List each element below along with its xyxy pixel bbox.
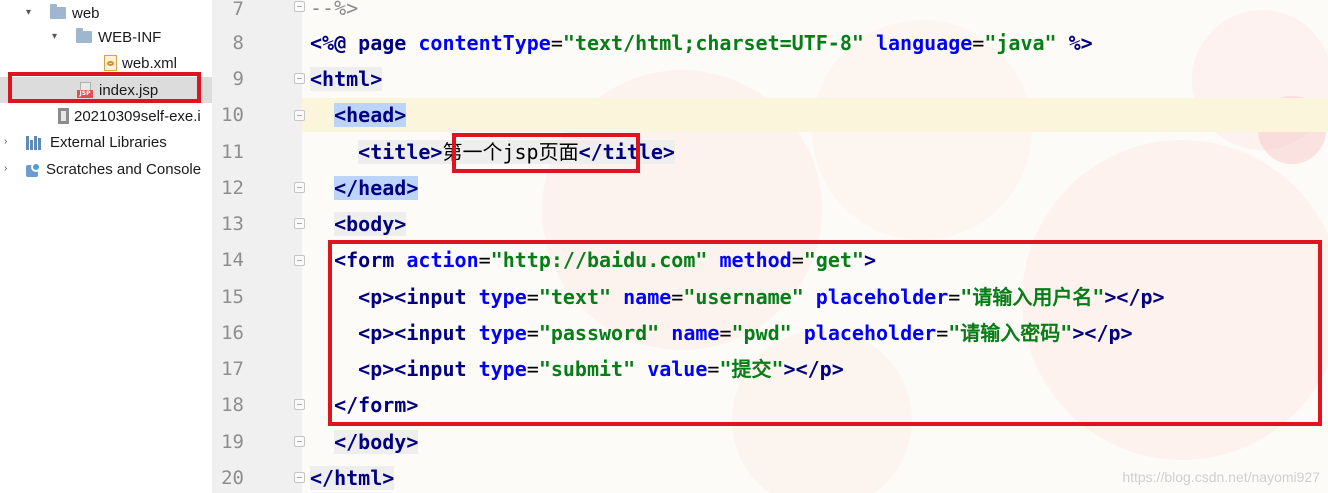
line-number: 7 (232, 0, 244, 20)
line-number: 9 (232, 68, 244, 90)
attribute-name: contentType (418, 31, 551, 55)
equals-sign: = (972, 31, 985, 55)
tree-item-label: web.xml (122, 54, 178, 72)
jsp-comment-end: --%> (310, 0, 359, 20)
head-open-tag: <head> (334, 103, 407, 127)
tree-item-jar[interactable]: 20210309self-exe.i (58, 103, 201, 129)
chevron-down-icon[interactable]: ▾ (26, 8, 36, 18)
code-line-19[interactable]: </body> (310, 427, 419, 457)
code-line-9[interactable]: <html> (310, 64, 383, 94)
jsp-directive-open: <%@ (310, 31, 347, 55)
body-open-tag: <body> (334, 212, 407, 236)
fold-marker-icon[interactable] (294, 399, 305, 410)
annotation-box-index-jsp (8, 72, 201, 103)
fold-marker-icon[interactable] (294, 110, 305, 121)
title-open-tag: <title> (358, 140, 443, 164)
tree-item-label: WEB-INF (98, 28, 162, 46)
scratches-icon (26, 161, 41, 177)
folder-icon (76, 28, 92, 43)
tree-item-scratches[interactable]: › Scratches and Console (4, 156, 201, 182)
code-line-20[interactable]: </html> (310, 463, 395, 493)
chevron-right-icon[interactable]: › (4, 137, 14, 147)
attribute-value: "text/html;charset=UTF-8" (562, 31, 864, 55)
project-tree-panel: ▾ web ▾ WEB-INF web.xml JSP index.jsp 20… (0, 0, 212, 493)
html-open-tag: <html> (310, 67, 383, 91)
fold-marker-icon[interactable] (294, 218, 305, 229)
library-icon (26, 134, 44, 150)
directive-name: page (358, 31, 407, 55)
code-line-7[interactable]: --%> (310, 0, 358, 23)
annotation-box-form (328, 240, 1322, 426)
annotation-box-title (452, 133, 640, 173)
watermark: https://blog.csdn.net/nayomi927 (1122, 469, 1320, 485)
line-number: 12 (221, 177, 244, 199)
tree-item-web[interactable]: ▾ web (26, 0, 100, 26)
tree-item-label: External Libraries (50, 133, 167, 151)
line-number: 16 (221, 322, 244, 344)
html-close-tag: </html> (310, 466, 395, 490)
fold-marker-icon[interactable] (294, 255, 305, 266)
line-number: 17 (221, 358, 244, 380)
line-number: 18 (221, 394, 244, 416)
jar-file-icon (58, 108, 69, 124)
folder-icon (50, 4, 66, 19)
line-number: 11 (221, 141, 244, 163)
chevron-down-icon[interactable]: ▾ (52, 32, 62, 42)
tree-item-external-libraries[interactable]: › External Libraries (4, 129, 167, 155)
jsp-directive-close: %> (1068, 31, 1093, 55)
tree-item-label: Scratches and Console (46, 160, 202, 178)
equals-sign: = (550, 31, 563, 55)
chevron-right-icon[interactable]: › (4, 164, 14, 174)
current-line-highlight (302, 98, 1328, 132)
body-close-tag: </body> (334, 430, 419, 454)
code-line-10[interactable]: <head> (310, 100, 407, 130)
fold-marker-icon[interactable] (294, 472, 305, 483)
code-line-12[interactable]: </head> (310, 173, 419, 203)
code-line-8[interactable]: <%@ page contentType="text/html;charset=… (310, 28, 1093, 58)
fold-marker-icon[interactable] (294, 1, 305, 12)
tree-item-label: 20210309self-exe.i (74, 107, 201, 125)
fold-marker-icon[interactable] (294, 436, 305, 447)
line-number: 8 (232, 32, 244, 54)
tree-item-web-inf[interactable]: ▾ WEB-INF (52, 24, 161, 50)
line-number: 15 (221, 286, 244, 308)
xml-file-icon (104, 55, 117, 71)
line-number: 20 (221, 467, 244, 489)
line-number: 14 (221, 249, 244, 271)
fold-marker-icon[interactable] (294, 182, 305, 193)
line-number: 19 (221, 431, 244, 453)
fold-marker-icon[interactable] (294, 73, 305, 84)
head-close-tag: </head> (334, 176, 419, 200)
code-line-13[interactable]: <body> (310, 209, 407, 239)
line-number: 13 (221, 213, 244, 235)
tree-item-label: web (72, 4, 100, 22)
attribute-name: language (875, 31, 973, 55)
attribute-value: "java" (984, 31, 1057, 55)
line-number: 10 (221, 104, 244, 126)
